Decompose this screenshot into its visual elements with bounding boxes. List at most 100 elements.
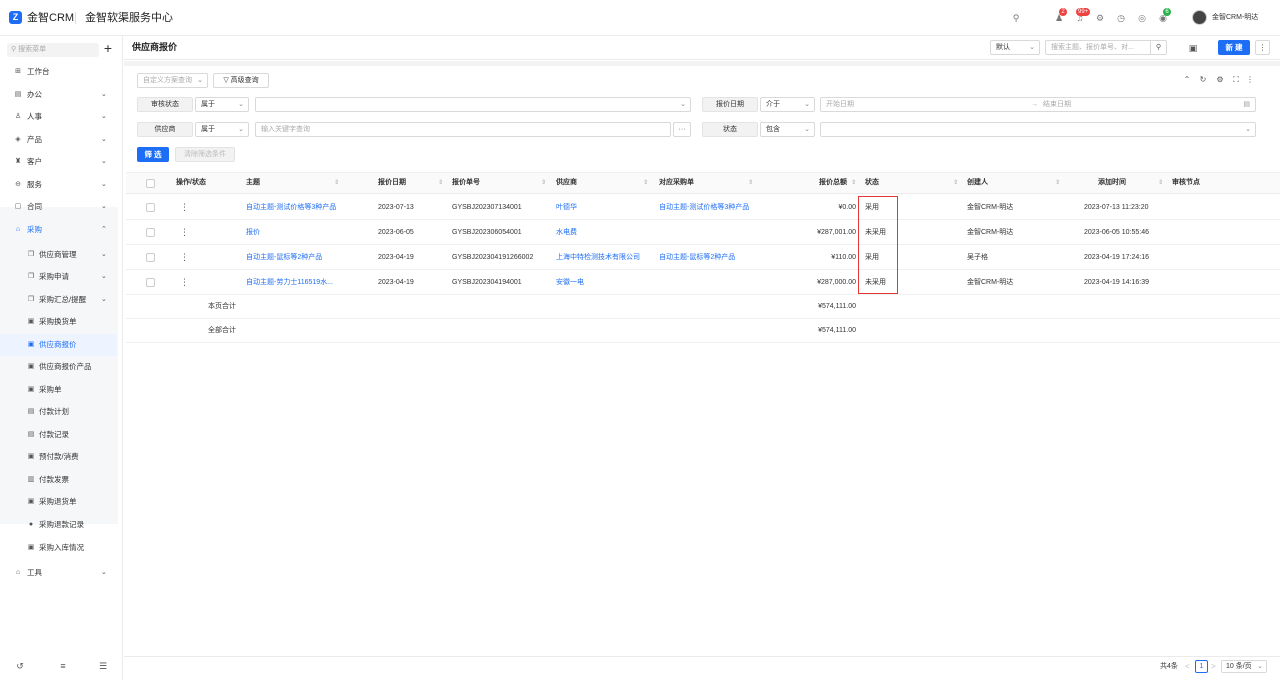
row-supplier-link[interactable]: 安徽一电 xyxy=(556,270,584,295)
history-icon[interactable]: ↺ xyxy=(14,660,26,672)
sidebar-sub-prepayment[interactable]: ▣ 预付款/消费 xyxy=(0,446,123,468)
approval-value-select[interactable]: ⌄ xyxy=(255,97,691,112)
page-size-select[interactable]: 10 条/页 ⌄ xyxy=(1221,660,1267,673)
filter-button[interactable]: 筛 选 xyxy=(137,147,169,162)
status-operator-select[interactable]: 包含 ⌄ xyxy=(760,122,815,137)
chat-icon[interactable]: ◉ 6 xyxy=(1157,8,1171,24)
sidebar-sub-purchase-request[interactable]: ❐ 采购申请 ⌄ xyxy=(0,266,123,288)
col-creator[interactable]: 创建人 xyxy=(967,172,988,194)
sort-icon[interactable]: ⇕ xyxy=(851,172,856,194)
sidebar-sub-purchase-order[interactable]: ▣ 采购单 xyxy=(0,379,123,401)
sidebar-sub-supplier-quote[interactable]: ▣ 供应商报价 xyxy=(0,334,117,356)
header-search-input[interactable]: 搜索主题、报价单号、对... ⚲ xyxy=(1045,40,1167,55)
date-operator-select[interactable]: 介于 ⌄ xyxy=(760,97,815,112)
sidebar-item-purchase[interactable]: ⌂ 采购 ⌃ xyxy=(0,219,123,241)
sort-icon[interactable]: ⇕ xyxy=(541,172,546,194)
sort-icon[interactable]: ⇕ xyxy=(643,172,648,194)
sidebar-item-workbench[interactable]: ⊞ 工作台 xyxy=(0,61,123,83)
supplier-operator-select[interactable]: 属于 ⌄ xyxy=(195,122,249,137)
brand-name[interactable]: 金智CRM xyxy=(27,11,74,25)
col-subject[interactable]: 主题 xyxy=(246,172,260,194)
more-vertical-icon[interactable]: ⋮ xyxy=(1245,75,1255,85)
add-menu-button[interactable]: + xyxy=(101,41,115,55)
plan-select[interactable]: 自定义方案查询 ⌄ xyxy=(137,73,208,88)
sidebar-item-office[interactable]: ▤ 办公 ⌄ xyxy=(0,84,123,106)
sort-icon[interactable]: ⇕ xyxy=(1055,172,1060,194)
date-range-input[interactable]: 开始日期 → 结束日期 ▤ xyxy=(820,97,1256,112)
col-status[interactable]: 状态 xyxy=(865,172,879,194)
row-supplier-link[interactable]: 叶德华 xyxy=(556,195,577,220)
row-action-menu[interactable]: ⋮ xyxy=(180,220,189,245)
sort-icon[interactable]: ⇕ xyxy=(748,172,753,194)
view-select[interactable]: 默认 ⌄ xyxy=(990,40,1040,55)
row-supplier-link[interactable]: 上海中特检测技术有限公司 xyxy=(556,245,640,270)
sidebar-item-hr[interactable]: ♙ 人事 ⌄ xyxy=(0,106,123,128)
new-button[interactable]: 新 建 xyxy=(1218,40,1250,55)
row-subject-link[interactable]: 报价 xyxy=(246,220,260,245)
row-supplier-link[interactable]: 水电费 xyxy=(556,220,577,245)
user-name[interactable]: 金智CRM-明达 xyxy=(1212,13,1258,22)
gear-icon[interactable]: ⚙ xyxy=(1215,75,1225,85)
sidebar-sub-purchase-summary[interactable]: ❐ 采购汇总/提醒 ⌄ xyxy=(0,289,123,311)
approval-operator-select[interactable]: 属于 ⌄ xyxy=(195,97,249,112)
prev-page-button[interactable]: < xyxy=(1185,662,1190,672)
next-page-button[interactable]: > xyxy=(1211,662,1216,672)
sidebar-item-service[interactable]: ⊖ 服务 ⌄ xyxy=(0,174,123,196)
status-value-select[interactable]: ⌄ xyxy=(820,122,1256,137)
sidebar-sub-invoice[interactable]: ▥ 付款发票 xyxy=(0,469,123,491)
advanced-search-button[interactable]: ▽ 高级查询 xyxy=(213,73,269,88)
clock-icon[interactable]: ◷ xyxy=(1115,12,1127,24)
current-page-button[interactable]: 1 xyxy=(1195,660,1208,673)
sidebar-sub-payment-plan[interactable]: ▤ 付款计划 xyxy=(0,401,123,423)
search-icon[interactable]: ⚲ xyxy=(1010,12,1022,24)
sort-icon[interactable]: ⇕ xyxy=(438,172,443,194)
col-added[interactable]: 添加时间 xyxy=(1098,172,1126,194)
contacts-icon[interactable]: ♟ 2 xyxy=(1053,8,1067,24)
col-supplier[interactable]: 供应商 xyxy=(556,172,577,194)
sort-icon[interactable]: ⇕ xyxy=(334,172,339,194)
row-action-menu[interactable]: ⋮ xyxy=(180,195,189,220)
sliders-icon[interactable]: ≡ xyxy=(57,660,69,672)
collapse-menu-icon[interactable]: ☰ xyxy=(97,660,109,672)
sidebar-item-customer[interactable]: ♜ 客户 ⌄ xyxy=(0,151,123,173)
col-order[interactable]: 对应采购单 xyxy=(659,172,694,194)
clear-filter-button[interactable]: 清除筛选条件 xyxy=(175,147,235,162)
collapse-up-icon[interactable]: ⌃ xyxy=(1182,75,1192,85)
sidebar-item-tools[interactable]: ⌂ 工具 ⌄ xyxy=(0,562,123,584)
fullscreen-icon[interactable]: ⛶ xyxy=(1231,75,1241,85)
help-icon[interactable]: ◎ xyxy=(1136,12,1148,24)
row-checkbox[interactable] xyxy=(146,203,155,212)
menu-search-input[interactable]: ⚲ 搜索菜单 xyxy=(7,43,99,57)
col-date[interactable]: 报价日期 xyxy=(378,172,406,194)
col-number[interactable]: 报价单号 xyxy=(452,172,480,194)
row-checkbox[interactable] xyxy=(146,253,155,262)
sidebar-item-contract[interactable]: ▢ 合同 ⌄ xyxy=(0,196,123,218)
row-action-menu[interactable]: ⋮ xyxy=(180,270,189,295)
sort-icon[interactable]: ⇕ xyxy=(953,172,958,194)
row-order-link[interactable]: 自动主题-鼠标等2种产品 xyxy=(659,245,735,270)
sidebar-sub-stock-in[interactable]: ▣ 采购入库情况 xyxy=(0,537,123,559)
row-subject-link[interactable]: 自动主题-测试价格等3种产品 xyxy=(246,195,336,220)
settings-icon[interactable]: ⚙ xyxy=(1094,12,1106,24)
calendar-icon[interactable]: ▤ xyxy=(1243,98,1250,111)
row-checkbox[interactable] xyxy=(146,278,155,287)
sidebar-sub-payment-record[interactable]: ▤ 付款记录 xyxy=(0,424,123,446)
refresh-icon[interactable]: ↻ xyxy=(1198,75,1208,85)
row-action-menu[interactable]: ⋮ xyxy=(180,245,189,270)
select-all-checkbox[interactable] xyxy=(146,179,155,188)
bell-icon[interactable]: ♫ 99+ xyxy=(1074,8,1091,24)
search-icon[interactable]: ⚲ xyxy=(1150,41,1166,54)
row-subject-link[interactable]: 自动主题-劳力士116519水... xyxy=(246,270,333,295)
row-order-link[interactable]: 自动主题-测试价格等3种产品 xyxy=(659,195,749,220)
row-checkbox[interactable] xyxy=(146,228,155,237)
brand-logo-icon[interactable]: Z xyxy=(9,11,22,24)
col-total[interactable]: 报价总额 xyxy=(819,172,847,194)
avatar[interactable] xyxy=(1192,10,1207,25)
sidebar-sub-quote-products[interactable]: ▣ 供应商报价产品 xyxy=(0,356,123,378)
more-menu-button[interactable]: ⋮ xyxy=(1255,40,1270,55)
supplier-keyword-input[interactable]: 输入关键字查询 xyxy=(255,122,671,137)
print-icon[interactable]: ▣ xyxy=(1187,42,1199,54)
sidebar-sub-return[interactable]: ▣ 采购退货单 xyxy=(0,491,123,513)
sidebar-sub-refund-record[interactable]: ● 采购退款记录 xyxy=(0,514,123,536)
sidebar-item-product[interactable]: ◈ 产品 ⌄ xyxy=(0,129,123,151)
